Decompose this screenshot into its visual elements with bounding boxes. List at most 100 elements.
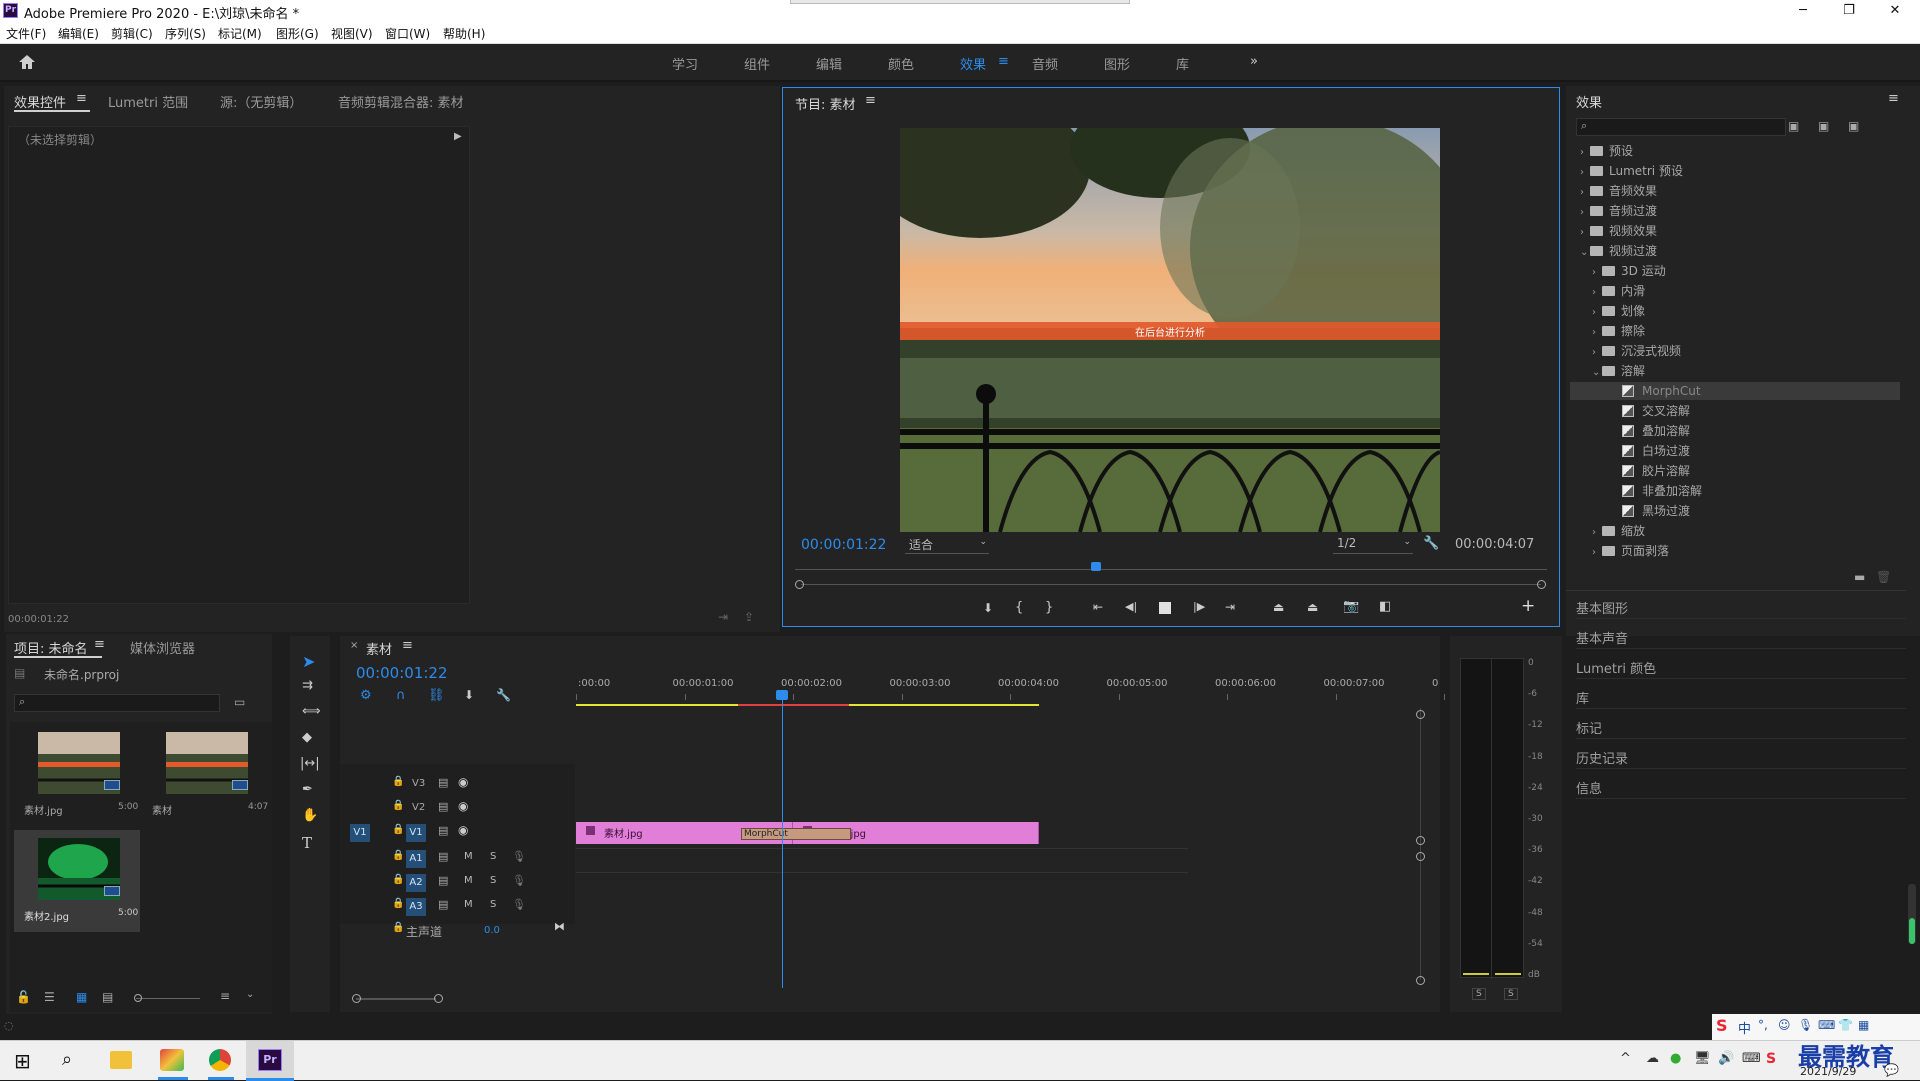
- 32bit-effects-icon[interactable]: ▣: [1818, 119, 1829, 133]
- track-lock-icon[interactable]: 🔒: [392, 898, 404, 909]
- chevron-right-icon[interactable]: ›: [1592, 344, 1602, 362]
- sync-lock-icon[interactable]: ▤: [438, 776, 448, 789]
- mark-in-icon[interactable]: {: [1015, 600, 1023, 615]
- nest-icon[interactable]: ⚙: [360, 688, 372, 703]
- effects-transition[interactable]: 非叠加溶解: [1604, 482, 1702, 500]
- track-label-a1[interactable]: A1: [406, 850, 426, 868]
- panel-essential-graphics[interactable]: 基本图形: [1576, 598, 1628, 617]
- track-lock-icon[interactable]: 🔒: [392, 776, 404, 787]
- effects-folder[interactable]: › 划像: [1592, 302, 1645, 320]
- program-playhead-timecode[interactable]: 00:00:01:22: [801, 537, 886, 553]
- snap-icon[interactable]: ∩: [396, 688, 406, 703]
- workspace-tab-graphics[interactable]: 图形: [1104, 54, 1130, 73]
- effects-folder[interactable]: › 视频效果: [1580, 222, 1657, 240]
- workspace-tab-libraries[interactable]: 库: [1176, 54, 1189, 73]
- effects-menu-icon[interactable]: ≡: [1888, 91, 1899, 106]
- chevron-right-icon[interactable]: ›: [1592, 324, 1602, 342]
- menu-clip[interactable]: 剪辑(C): [111, 25, 153, 42]
- close-tab-icon[interactable]: ×: [350, 640, 358, 651]
- workspace-tab-color[interactable]: 颜色: [888, 54, 914, 73]
- tray-security-icon[interactable]: ●: [1670, 1051, 1681, 1066]
- expand-arrow-icon[interactable]: ▶: [454, 131, 462, 142]
- track-lock-icon[interactable]: 🔒: [392, 850, 404, 861]
- effects-folder[interactable]: › 页面剥落: [1592, 542, 1669, 560]
- toolbox-icon[interactable]: ▦: [1858, 1018, 1869, 1032]
- lift-icon[interactable]: ⏏: [1273, 600, 1284, 614]
- track-lock-icon[interactable]: 🔒: [392, 824, 404, 835]
- track-lock-icon[interactable]: 🔒: [392, 800, 404, 811]
- mute-track-icon[interactable]: M: [464, 899, 473, 910]
- app-icon[interactable]: [160, 1049, 184, 1071]
- menu-view[interactable]: 视图(V): [331, 25, 373, 42]
- maximize-icon[interactable]: ❐: [1826, 0, 1872, 22]
- chevron-right-icon[interactable]: ›: [1580, 144, 1590, 162]
- go-to-in-icon[interactable]: ⇤: [1093, 600, 1103, 614]
- tab-audio-clip-mixer[interactable]: 音频剪辑混合器: 素材: [338, 92, 464, 111]
- tray-sogou-icon[interactable]: S: [1766, 1051, 1776, 1067]
- menu-window[interactable]: 窗口(W): [385, 25, 430, 42]
- effects-folder[interactable]: › 沉浸式视频: [1592, 342, 1681, 360]
- tray-network-icon[interactable]: 🖥: [1694, 1051, 1711, 1066]
- stop-icon[interactable]: [1159, 602, 1171, 614]
- sync-lock-icon[interactable]: ▤: [438, 898, 448, 911]
- effects-folder[interactable]: › 内滑: [1592, 282, 1645, 300]
- step-forward-icon[interactable]: |▶: [1193, 600, 1205, 613]
- toggle-output-eye-icon[interactable]: ◉: [458, 799, 468, 813]
- share-icon[interactable]: ⇪: [744, 610, 754, 624]
- effects-search-input[interactable]: ⌕: [1576, 118, 1786, 136]
- comparison-view-icon[interactable]: ◧: [1379, 599, 1391, 614]
- zoom-slider-handle[interactable]: [134, 994, 142, 1002]
- chevron-right-icon[interactable]: ›: [1580, 164, 1590, 182]
- go-to-out-icon[interactable]: ⇥: [1225, 600, 1235, 614]
- add-marker-icon[interactable]: ⬇: [464, 688, 474, 702]
- source-patch-v1[interactable]: V1: [350, 824, 370, 842]
- effects-folder[interactable]: ⌄ 视频过渡: [1580, 242, 1657, 260]
- lock-icon[interactable]: 🔓: [16, 990, 31, 1004]
- new-bin-icon[interactable]: ▭: [234, 695, 245, 709]
- tray-ime-icon[interactable]: ⌨: [1742, 1051, 1761, 1066]
- camera-icon[interactable]: 📷: [1343, 599, 1359, 614]
- timeline-menu-icon[interactable]: ≡: [402, 638, 413, 653]
- effects-folder[interactable]: › 预设: [1580, 142, 1633, 160]
- master-volume-value[interactable]: 0.0: [484, 925, 500, 936]
- tray-expand-icon[interactable]: ^: [1620, 1051, 1631, 1066]
- program-playhead-handle[interactable]: [1090, 562, 1101, 571]
- transition-clip[interactable]: MorphCut: [741, 828, 851, 840]
- track-lock-icon[interactable]: 🔒: [392, 922, 404, 933]
- chevron-right-icon[interactable]: ›: [1592, 264, 1602, 282]
- toggle-output-eye-icon[interactable]: ◉: [458, 775, 468, 789]
- voice-over-mic-icon[interactable]: 🎙: [512, 850, 526, 863]
- windows-start-icon[interactable]: ⊞: [14, 1049, 31, 1073]
- panel-menu-icon[interactable]: ≡: [76, 91, 87, 106]
- project-item[interactable]: 素材 4:07: [142, 726, 268, 826]
- chrome-icon[interactable]: [209, 1049, 231, 1071]
- close-icon[interactable]: ✕: [1872, 0, 1918, 22]
- chevron-right-icon[interactable]: ›: [1592, 544, 1602, 562]
- list-view-icon[interactable]: ☰: [44, 990, 55, 1004]
- search-icon[interactable]: ⌕: [62, 1049, 72, 1070]
- track-label-a2[interactable]: A2: [406, 874, 426, 892]
- menu-file[interactable]: 文件(F): [6, 25, 46, 42]
- punctuation-icon[interactable]: °,: [1758, 1018, 1768, 1032]
- resolution-dropdown[interactable]: 1/2 ⌄: [1333, 536, 1413, 554]
- menu-graphics[interactable]: 图形(G): [276, 25, 319, 42]
- voice-over-mic-icon[interactable]: 🎙: [512, 874, 526, 887]
- program-zoom-bar[interactable]: [795, 580, 1547, 589]
- project-item[interactable]: 素材.jpg 5:00: [14, 726, 140, 826]
- panel-lumetri-color[interactable]: Lumetri 颜色: [1576, 658, 1656, 677]
- voice-over-mic-icon[interactable]: 🎙: [512, 898, 526, 911]
- timeline-playhead-handle[interactable]: [776, 690, 789, 700]
- add-marker-icon[interactable]: ⬇: [983, 601, 993, 615]
- project-search-input[interactable]: ⌕: [14, 694, 220, 712]
- tab-effect-controls[interactable]: 效果控件: [14, 92, 66, 111]
- program-menu-icon[interactable]: ≡: [865, 93, 876, 108]
- effects-folder[interactable]: › 擦除: [1592, 322, 1645, 340]
- ripple-edit-tool-icon[interactable]: ⟺: [302, 704, 321, 719]
- tab-source[interactable]: 源:（无剪辑）: [220, 92, 302, 111]
- new-bin-icon[interactable]: ▬: [1854, 570, 1865, 584]
- effects-transition[interactable]: 胶片溶解: [1604, 462, 1690, 480]
- effects-folder[interactable]: › 音频效果: [1580, 182, 1657, 200]
- chevron-down-icon[interactable]: ⌄: [1592, 364, 1602, 382]
- tab-project[interactable]: 项目: 未命名: [14, 638, 88, 657]
- sort-icon[interactable]: ≡: [220, 989, 230, 1003]
